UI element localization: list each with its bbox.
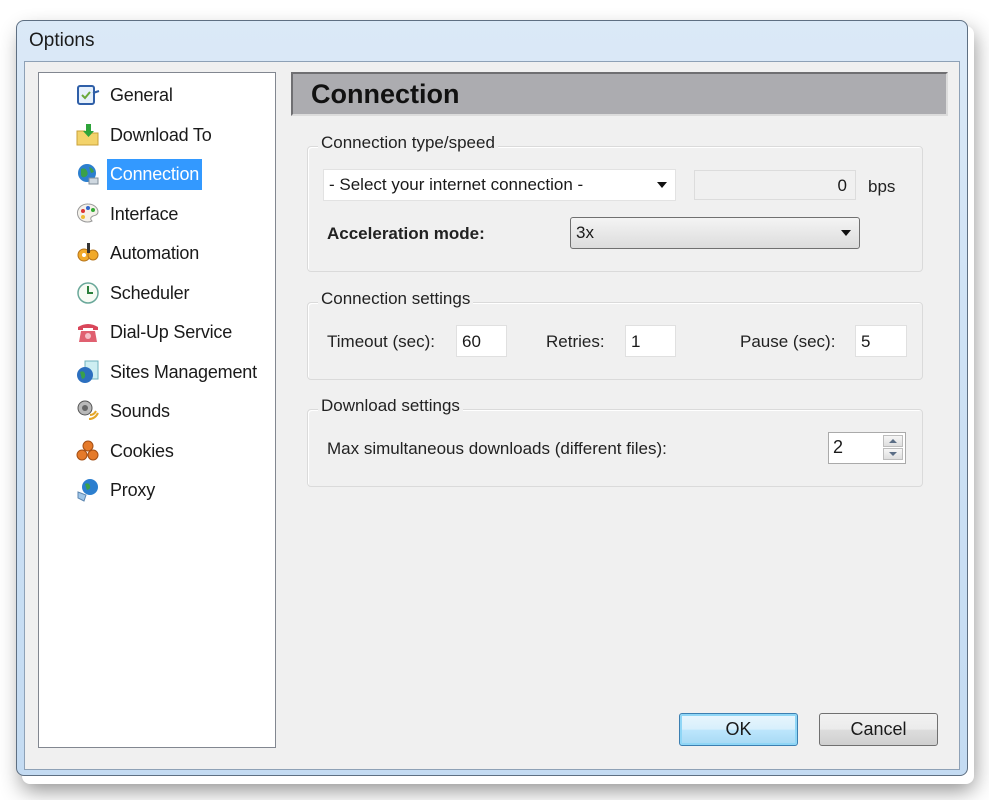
palette-icon bbox=[75, 201, 101, 227]
timeout-label: Timeout (sec): bbox=[327, 332, 436, 351]
sidebar-item-label: Proxy bbox=[110, 479, 156, 500]
page-header: Connection bbox=[291, 72, 948, 116]
page-title: Connection bbox=[311, 79, 460, 109]
acceleration-mode-label: Acceleration mode: bbox=[327, 224, 485, 243]
group-legend: Download settings bbox=[318, 396, 463, 416]
select-value: - Select your internet connection - bbox=[329, 175, 584, 194]
max-downloads-spinner[interactable]: 2 bbox=[828, 432, 906, 464]
telephone-icon bbox=[75, 319, 101, 345]
sidebar-item-label: Automation bbox=[110, 242, 200, 263]
sidebar-item-label: Sounds bbox=[110, 400, 170, 421]
timeout-input[interactable]: 60 bbox=[456, 325, 507, 357]
ok-button[interactable]: OK bbox=[679, 713, 798, 746]
arrow-down-icon bbox=[889, 452, 897, 456]
chevron-down-icon bbox=[657, 182, 667, 188]
sidebar-item-general[interactable]: General bbox=[75, 79, 176, 111]
speed-unit-label: bps bbox=[868, 177, 896, 196]
cookies-icon bbox=[75, 438, 101, 464]
sidebar-item-interface[interactable]: Interface bbox=[75, 198, 181, 230]
max-downloads-label: Max simultaneous downloads (different fi… bbox=[327, 439, 667, 458]
sidebar-item-automation[interactable]: Automation bbox=[75, 237, 202, 269]
sidebar-item-label: Sites Management bbox=[110, 361, 257, 382]
window-title: Options bbox=[29, 30, 95, 51]
group-legend: Connection settings bbox=[318, 289, 474, 309]
spinner-value: 2 bbox=[833, 437, 844, 457]
pause-label: Pause (sec): bbox=[740, 332, 836, 351]
retries-label: Retries: bbox=[546, 332, 605, 351]
chevron-down-icon bbox=[841, 230, 851, 236]
sidebar-item-cookies[interactable]: Cookies bbox=[75, 435, 177, 467]
sidebar-item-scheduler[interactable]: Scheduler bbox=[75, 277, 192, 309]
sidebar-item-label: General bbox=[110, 84, 173, 105]
spin-up-button[interactable] bbox=[883, 435, 903, 447]
sidebar-item-connection[interactable]: Connection bbox=[75, 158, 203, 190]
globe-page-icon bbox=[75, 359, 101, 385]
connection-type-group: Connection type/speed - Select your inte… bbox=[307, 133, 923, 272]
spin-down-button[interactable] bbox=[883, 448, 903, 460]
globe-network-icon bbox=[75, 161, 101, 187]
internet-connection-select[interactable]: - Select your internet connection - bbox=[323, 169, 676, 201]
folder-download-icon bbox=[75, 122, 101, 148]
sidebar-item-dial-up-service[interactable]: Dial-Up Service bbox=[75, 316, 235, 348]
speaker-icon bbox=[75, 398, 101, 424]
sidebar-item-label: Interface bbox=[110, 203, 179, 224]
options-category-list: General Download To Connection Interface bbox=[38, 72, 276, 748]
sidebar-item-label: Dial-Up Service bbox=[110, 321, 233, 342]
arrow-up-icon bbox=[889, 439, 897, 443]
select-value: 3x bbox=[576, 223, 594, 242]
speed-value-field: 0 bbox=[694, 170, 856, 200]
acceleration-mode-select[interactable]: 3x bbox=[570, 217, 860, 249]
sidebar-item-label: Cookies bbox=[110, 440, 174, 461]
pause-input[interactable]: 5 bbox=[855, 325, 907, 357]
sidebar-item-sites-management[interactable]: Sites Management bbox=[75, 356, 260, 388]
group-legend: Connection type/speed bbox=[318, 133, 498, 153]
sidebar-item-label: Download To bbox=[110, 124, 212, 145]
cancel-button[interactable]: Cancel bbox=[819, 713, 938, 746]
download-settings-group: Download settings Max simultaneous downl… bbox=[307, 396, 923, 487]
dialog-client-area: General Download To Connection Interface bbox=[24, 61, 960, 770]
sidebar-item-label: Connection bbox=[107, 158, 203, 190]
connection-settings-group: Connection settings Timeout (sec): 60 Re… bbox=[307, 289, 923, 380]
options-dialog: Options General Download To Connection I… bbox=[16, 20, 968, 776]
checklist-icon bbox=[75, 82, 101, 108]
sidebar-item-proxy[interactable]: Proxy bbox=[75, 474, 158, 506]
sidebar-item-label: Scheduler bbox=[110, 282, 190, 303]
sidebar-item-sounds[interactable]: Sounds bbox=[75, 395, 173, 427]
sidebar-item-download-to[interactable]: Download To bbox=[75, 119, 215, 151]
retries-input[interactable]: 1 bbox=[625, 325, 676, 357]
globe-proxy-icon bbox=[75, 477, 101, 503]
gears-icon bbox=[75, 240, 101, 266]
clock-icon bbox=[75, 280, 101, 306]
